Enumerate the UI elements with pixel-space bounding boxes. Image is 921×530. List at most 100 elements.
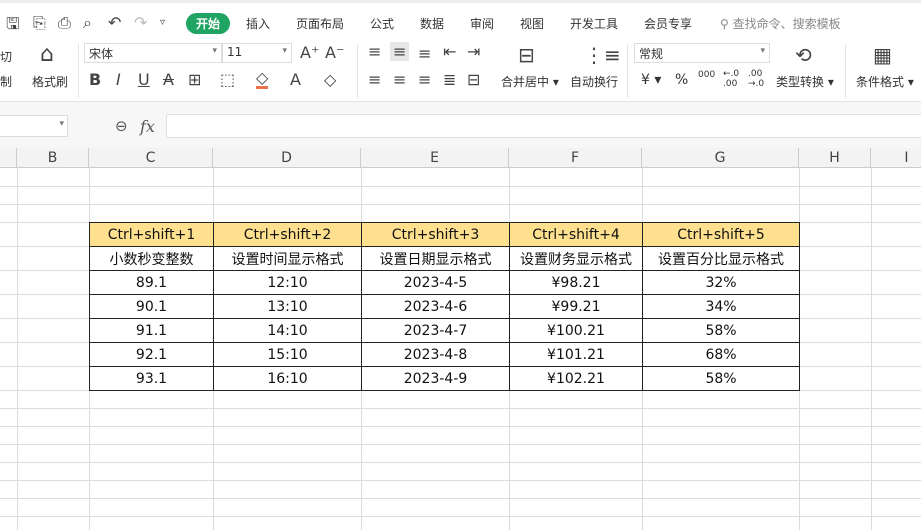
tab-insert[interactable]: 插入 (246, 15, 270, 32)
undo-icon[interactable]: ↶ (108, 13, 121, 32)
cut-button[interactable]: 切 (0, 48, 12, 65)
decrease-font-icon[interactable]: A⁻ (325, 43, 344, 62)
distributed-icon[interactable]: ⊟ (467, 70, 480, 89)
name-box[interactable]: ▾ (0, 115, 68, 137)
cell[interactable]: 89.1 (89, 270, 214, 295)
cell[interactable]: 92.1 (89, 342, 214, 367)
fill-pattern-icon[interactable]: ⬚ (220, 70, 235, 89)
column-header[interactable]: D (213, 148, 361, 168)
header-cell[interactable]: Ctrl+shift+2 (213, 222, 362, 247)
merge-center-button[interactable]: 合并居中 ▾ (501, 73, 559, 90)
tab-review[interactable]: 审阅 (470, 15, 494, 32)
currency-button[interactable]: ¥ ▾ (641, 72, 661, 88)
conditional-format-button[interactable]: 条件格式 ▾ (856, 73, 914, 90)
fill-color-icon[interactable]: ◇ (256, 70, 269, 89)
align-bottom-icon[interactable]: ≡ (418, 44, 431, 63)
print-icon[interactable]: ⎙ (58, 13, 71, 33)
copy-button[interactable]: 制 (0, 73, 12, 90)
tab-data[interactable]: 数据 (420, 15, 444, 32)
tab-member[interactable]: 会员专享 (644, 15, 692, 32)
strikethrough-icon[interactable]: A (163, 70, 174, 89)
fx-icon[interactable]: fx (140, 117, 155, 136)
align-center-icon[interactable]: ≡ (393, 70, 406, 89)
subheader-cell[interactable]: 设置时间显示格式 (213, 246, 362, 271)
cell[interactable]: 2023-4-8 (361, 342, 510, 367)
cell[interactable]: 34% (642, 294, 800, 319)
column-header[interactable]: G (642, 148, 799, 168)
tab-page-layout[interactable]: 页面布局 (296, 15, 344, 32)
column-header[interactable]: F (509, 148, 642, 168)
cell[interactable]: ¥102.21 (509, 366, 643, 391)
header-cell[interactable]: Ctrl+shift+4 (509, 222, 643, 247)
subheader-cell[interactable]: 设置日期显示格式 (361, 246, 510, 271)
percent-button[interactable]: % (675, 72, 688, 88)
justify-icon[interactable]: ≣ (443, 70, 456, 89)
increase-decimal-button[interactable]: ←.0 .00 (723, 69, 743, 89)
clear-icon[interactable]: ◇ (324, 70, 336, 89)
font-name-select[interactable]: 宋体 ▾ (84, 43, 222, 63)
thousands-button[interactable]: 000 (698, 70, 715, 80)
cell[interactable]: 2023-4-9 (361, 366, 510, 391)
column-header[interactable]: H (799, 148, 871, 168)
font-size-select[interactable]: 11 ▾ (222, 43, 292, 63)
redo-icon[interactable]: ↷ (134, 13, 147, 32)
number-format-select[interactable]: 常规 ▾ (634, 43, 770, 63)
customize-dropdown-icon[interactable]: ▿ (160, 17, 165, 28)
type-convert-button[interactable]: 类型转换 ▾ (776, 73, 834, 90)
italic-icon[interactable]: I (116, 70, 121, 89)
subheader-cell[interactable]: 小数秒变整数 (89, 246, 214, 271)
cell[interactable]: 12:10 (213, 270, 362, 295)
cell[interactable]: 2023-4-6 (361, 294, 510, 319)
save-icon[interactable]: 🖫 (6, 13, 20, 40)
border-icon[interactable]: ⊞ (188, 70, 201, 89)
column-header[interactable]: I (871, 148, 921, 168)
align-left-icon[interactable]: ≡ (368, 70, 381, 89)
decrease-indent-icon[interactable]: ⇤ (443, 42, 456, 61)
column-header[interactable]: B (17, 148, 89, 168)
cell[interactable]: 93.1 (89, 366, 214, 391)
font-color-icon[interactable]: A (290, 70, 301, 89)
cell[interactable]: 15:10 (213, 342, 362, 367)
align-top-icon[interactable]: ≡ (368, 42, 381, 61)
cell[interactable]: 16:10 (213, 366, 362, 391)
export-icon[interactable]: ⎘ (33, 13, 46, 33)
cell[interactable]: 14:10 (213, 318, 362, 343)
header-cell[interactable]: Ctrl+shift+3 (361, 222, 510, 247)
tab-view[interactable]: 视图 (520, 15, 544, 32)
align-right-icon[interactable]: ≡ (418, 70, 431, 89)
decrease-decimal-button[interactable]: .00 →.0 (748, 69, 768, 89)
cell[interactable]: 58% (642, 318, 800, 343)
wrap-text-button[interactable]: 自动换行 (570, 73, 618, 90)
align-middle-icon[interactable]: ≡ (390, 42, 410, 61)
cell[interactable]: 2023-4-7 (361, 318, 510, 343)
cell[interactable]: 13:10 (213, 294, 362, 319)
column-header[interactable]: C (89, 148, 213, 168)
underline-icon[interactable]: U (138, 70, 150, 89)
cell[interactable]: 68% (642, 342, 800, 367)
tab-home[interactable]: 开始 (186, 13, 231, 34)
increase-font-icon[interactable]: A⁺ (300, 43, 319, 62)
command-search[interactable]: ⚲ 查找命令、搜索模板 (720, 15, 841, 32)
cell[interactable]: 2023-4-5 (361, 270, 510, 295)
cell[interactable]: 90.1 (89, 294, 214, 319)
increase-indent-icon[interactable]: ⇥ (467, 42, 480, 61)
cell[interactable]: ¥99.21 (509, 294, 643, 319)
column-header[interactable]: E (361, 148, 509, 168)
print-preview-icon[interactable]: ⌕ (83, 13, 92, 33)
cell[interactable]: 91.1 (89, 318, 214, 343)
cell[interactable]: ¥98.21 (509, 270, 643, 295)
subheader-cell[interactable]: 设置百分比显示格式 (642, 246, 800, 271)
formula-input[interactable] (166, 114, 921, 138)
tab-formulas[interactable]: 公式 (370, 15, 394, 32)
tab-developer[interactable]: 开发工具 (570, 15, 618, 32)
column-header-a[interactable] (0, 148, 17, 168)
zoom-formula-icon[interactable]: ⊖ (115, 117, 128, 135)
cell[interactable]: ¥100.21 (509, 318, 643, 343)
cell[interactable]: ¥101.21 (509, 342, 643, 367)
subheader-cell[interactable]: 设置财务显示格式 (509, 246, 643, 271)
cell[interactable]: 32% (642, 270, 800, 295)
format-painter-button[interactable]: 格式刷 (32, 73, 68, 90)
bold-icon[interactable]: B (89, 70, 101, 89)
header-cell[interactable]: Ctrl+shift+5 (642, 222, 800, 247)
cell[interactable]: 58% (642, 366, 800, 391)
